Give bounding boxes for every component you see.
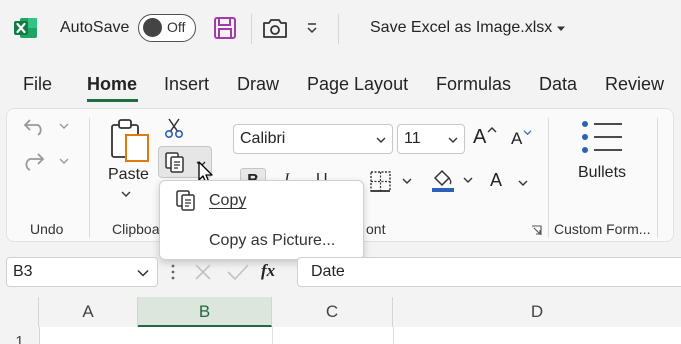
group-label-font: ont [366, 221, 386, 237]
customize-toolbar-icon[interactable] [304, 20, 320, 36]
font-color-label: A [490, 170, 503, 190]
tab-data[interactable]: Data [539, 74, 577, 95]
tab-review[interactable]: Review [605, 74, 664, 95]
tab-draw[interactable]: Draw [237, 74, 279, 95]
titlebar-divider [251, 14, 252, 44]
chevron-down-icon [518, 180, 528, 186]
menu-item-copy[interactable]: Copy [209, 192, 246, 210]
tab-home[interactable]: Home [87, 74, 137, 95]
column-header-row: A B C D [0, 297, 681, 328]
menu-item-copy-as-picture[interactable]: Copy as Picture... [209, 232, 335, 250]
undo-icon[interactable] [22, 116, 72, 136]
copy-context-menu: Copy Copy as Picture... [159, 180, 364, 260]
chevron-down-icon[interactable] [121, 190, 131, 198]
group-divider [548, 118, 549, 238]
redo-icon[interactable] [22, 150, 72, 172]
dialog-launcher-icon[interactable] [531, 225, 542, 236]
row-header-1[interactable]: 1 [0, 327, 40, 344]
font-size-value: 11 [404, 130, 421, 147]
copy-icon [176, 190, 195, 211]
borders-icon[interactable] [369, 170, 415, 194]
bullets-label[interactable]: Bullets [578, 164, 626, 182]
tab-formulas[interactable]: Formulas [436, 74, 511, 95]
column-header-c[interactable]: C [272, 297, 393, 327]
titlebar-divider [338, 14, 339, 44]
insert-function-button[interactable]: fx [261, 261, 275, 281]
shrink-font-label: A [511, 129, 523, 148]
group-label-undo: Undo [30, 221, 64, 237]
shrink-font-button[interactable]: A [511, 129, 533, 153]
formula-input[interactable]: Date [297, 257, 681, 287]
caret-down-icon [523, 130, 532, 136]
active-tab-indicator [87, 99, 138, 102]
column-header-d[interactable]: D [393, 297, 681, 327]
excel-logo-icon [14, 18, 37, 38]
autosave-label: AutoSave [60, 19, 130, 36]
cut-icon[interactable] [164, 117, 184, 139]
cell-c1[interactable] [272, 327, 394, 344]
select-all-corner[interactable] [0, 297, 39, 327]
group-label-clipboard: Clipboa [112, 221, 160, 237]
paste-label[interactable]: Paste [108, 166, 149, 184]
copy-icon [165, 152, 184, 173]
enter-check-icon[interactable] [226, 262, 250, 282]
camera-icon[interactable] [262, 17, 288, 39]
chevron-down-icon[interactable] [556, 25, 566, 33]
tab-file[interactable]: File [23, 74, 52, 95]
title-bar: AutoSave Off Save Excel as Image.xlsx [0, 0, 681, 58]
name-box[interactable]: B3 [6, 257, 158, 287]
formula-input-value: Date [311, 263, 345, 280]
tab-page-layout[interactable]: Page Layout [307, 74, 408, 95]
bullets-icon[interactable] [580, 119, 624, 155]
column-header-b[interactable]: B [138, 297, 272, 327]
autosave-state: Off [167, 19, 186, 35]
cell-b1[interactable] [138, 327, 273, 344]
group-divider [89, 118, 90, 238]
toggle-knob [143, 18, 162, 37]
font-name-value: Calibri [240, 130, 286, 147]
grow-font-label: A [473, 126, 487, 148]
grow-font-button[interactable]: A [473, 126, 497, 152]
chevron-down-icon [448, 137, 458, 143]
autosave-toggle[interactable]: Off [138, 14, 196, 42]
group-label-custom-formatting: Custom Form... [554, 221, 651, 237]
caret-up-icon [487, 127, 497, 133]
grid-rows: 1 [0, 327, 681, 344]
font-color-button[interactable]: A [490, 170, 534, 194]
tab-insert[interactable]: Insert [164, 74, 209, 95]
name-box-value: B3 [13, 263, 33, 280]
group-divider [657, 118, 658, 238]
cancel-icon[interactable] [193, 262, 213, 282]
chevron-down-icon [376, 137, 386, 143]
chevron-down-icon [137, 269, 149, 277]
fill-color-icon[interactable] [430, 168, 476, 194]
font-name-combobox[interactable]: Calibri [233, 124, 393, 154]
font-size-combobox[interactable]: 11 [397, 124, 465, 154]
column-header-a[interactable]: A [39, 297, 138, 327]
file-title[interactable]: Save Excel as Image.xlsx [370, 19, 552, 37]
paste-icon[interactable] [108, 117, 152, 163]
more-options-icon[interactable] [170, 263, 176, 281]
save-icon[interactable] [213, 16, 237, 40]
